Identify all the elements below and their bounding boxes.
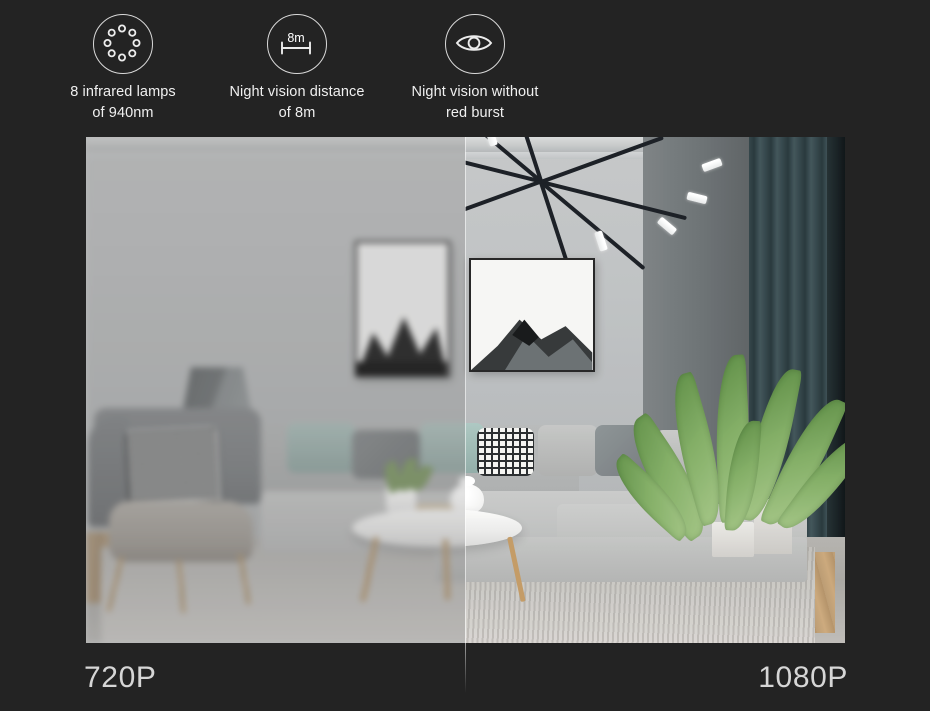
feature-item-infrared: 8 infrared lamps of 940nm <box>32 14 214 124</box>
comparison-divider <box>465 137 466 643</box>
distance-measure-icon: 8m <box>267 14 327 74</box>
eye-icon <box>445 14 505 74</box>
framed-artwork-left <box>355 240 450 378</box>
chandelier-icon-sharp <box>465 137 792 296</box>
living-room-scene-left <box>86 137 465 643</box>
feature-item-no-red-burst: Night vision without red burst <box>384 14 566 124</box>
comparison-divider-tail <box>465 643 466 693</box>
feature-label-infrared: 8 infrared lamps of 940nm <box>70 84 176 121</box>
feature-item-distance: 8m Night vision distance of 8m <box>206 14 388 124</box>
comparison-half-1080p <box>465 137 845 643</box>
framed-artwork-right-sharp <box>469 258 595 373</box>
feature-label-no-red-burst: Night vision without red burst <box>411 84 539 121</box>
living-room-scene-right <box>465 137 845 643</box>
resolution-comparison-image <box>86 137 845 643</box>
distance-icon-text: 8m <box>287 31 304 45</box>
infrared-lamp-ring-icon <box>93 14 153 74</box>
comparison-half-720p <box>86 137 465 643</box>
resolution-label-1080p: 1080P <box>758 661 848 694</box>
feature-label-distance: Night vision distance of 8m <box>229 84 365 121</box>
resolution-label-720p: 720P <box>84 661 157 694</box>
feature-strip: 8 infrared lamps of 940nm 8m Night visio… <box>0 0 930 137</box>
